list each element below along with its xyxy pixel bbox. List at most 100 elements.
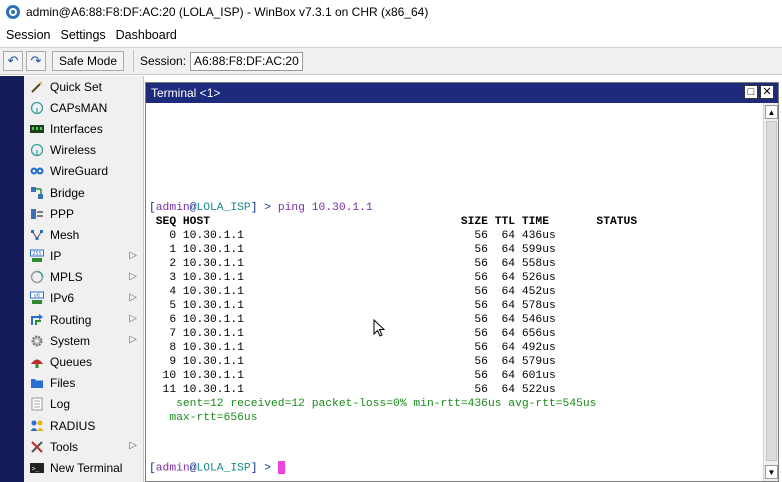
ping-summary: sent=12 received=12 packet-loss=0% min-r… [149,398,597,410]
svg-text:>_: >_ [32,465,40,472]
bridge-icon [30,186,44,200]
terminal-title: Terminal <1> [151,86,221,100]
ping-row: 3 10.30.1.1 56 64 526us [149,272,556,284]
sidebar-item-radius[interactable]: RADIUS [24,415,143,436]
prompt-line: [admin@LOLA_ISP] > ping 10.30.1.1 [149,201,373,215]
terminal-output[interactable]: [admin@LOLA_ISP] > ping 10.30.1.1 SEQ HO… [146,103,762,481]
routing-icon [30,313,44,327]
sidebar-item-label: IP [50,249,62,264]
sidebar-item-mesh[interactable]: Mesh [24,224,143,245]
svg-text:255: 255 [32,251,42,257]
sidebar-item-label: Queues [50,355,93,370]
sidebar-item-wireless[interactable]: Wireless [24,140,143,161]
sidebar-item-label: WireGuard [50,164,109,179]
svg-text:v6: v6 [34,293,40,299]
undo-button[interactable]: ↶ [3,51,23,71]
ping-row: 2 10.30.1.1 56 64 558us [149,258,556,270]
gear-icon [30,334,44,348]
terminal-scrollbar[interactable]: ▲ ▼ [763,103,778,481]
undo-icon: ↶ [7,53,19,68]
sidebar-item-label: New Terminal [50,460,123,475]
ppp-icon [30,207,44,221]
sidebar-item-label: RADIUS [50,418,96,433]
sidebar-item-system[interactable]: System ▷ [24,330,143,351]
ping-row: 7 10.30.1.1 56 64 656us [149,328,556,340]
scrollbar-thumb[interactable] [766,121,777,461]
sidebar-item-label: Routing [50,312,92,327]
sidebar-item-label: Bridge [50,185,85,200]
sidebar-item-label: Wireless [50,143,97,158]
window-title: admin@A6:88:F8:DF:AC:20 (LOLA_ISP) - Win… [26,5,429,19]
session-label: Session: [140,54,187,68]
sidebar-item-tools[interactable]: Tools ▷ [24,436,143,457]
scroll-down-button[interactable]: ▼ [765,465,778,479]
ping-row: 1 10.30.1.1 56 64 599us [149,244,556,256]
ping-header-row: SEQ HOST SIZE TTL TIME STATUS [149,216,638,228]
terminal-title-bar[interactable]: Terminal <1> □ ✕ [146,83,778,103]
sidebar-item-queues[interactable]: Queues [24,351,143,372]
submenu-arrow-icon: ▷ [129,334,137,346]
menu-settings[interactable]: Settings [60,28,105,42]
menu-session[interactable]: Session [6,28,50,42]
sidebar-item-new-terminal[interactable]: >_ New Terminal [24,457,143,478]
sidebar-item-log[interactable]: Log [24,394,143,415]
arrow-down-icon: ▼ [767,467,776,477]
close-button[interactable]: ✕ [760,85,774,99]
ping-row: 4 10.30.1.1 56 64 452us [149,286,556,298]
sidebar-item-label: Interfaces [50,121,103,136]
ping-row: 9 10.30.1.1 56 64 579us [149,356,556,368]
submenu-arrow-icon: ▷ [129,440,137,452]
sidebar-item-ppp[interactable]: PPP [24,203,143,224]
arrow-up-icon: ▲ [767,107,776,117]
scroll-up-button[interactable]: ▲ [765,105,778,119]
maximize-icon: □ [747,85,755,98]
tools-icon [30,440,44,454]
sidebar-item-bridge[interactable]: Bridge [24,182,143,203]
sidebar-item-routing[interactable]: Routing ▷ [24,309,143,330]
ping-row: 8 10.30.1.1 56 64 492us [149,342,556,354]
active-prompt-line: [admin@LOLA_ISP] > [149,461,285,475]
mpls-icon [30,270,44,284]
menu-dashboard[interactable]: Dashboard [116,28,177,42]
interfaces-icon [30,122,44,136]
sidebar: Quick Set CAPsMAN Interfaces Wireless Wi… [24,76,144,482]
ipv6-icon: v6 [30,291,44,305]
safe-mode-button[interactable]: Safe Mode [52,51,124,71]
prompt-bracket: [ [149,462,156,475]
sidebar-item-mpls[interactable]: MPLS ▷ [24,267,143,288]
mouse-pointer-icon [373,319,386,337]
prompt-host: LOLA_ISP [196,462,251,475]
sidebar-item-files[interactable]: Files [24,373,143,394]
sidebar-item-interfaces[interactable]: Interfaces [24,118,143,139]
sidebar-item-label: System [50,333,91,348]
sidebar-item-label: Quick Set [50,79,103,94]
session-field[interactable]: A6:88:F8:DF:AC:20 [190,51,303,71]
maximize-button[interactable]: □ [744,85,758,99]
sidebar-item-quick-set[interactable]: Quick Set [24,76,143,97]
prompt-close: ] > [250,202,278,214]
sidebar-item-label: CAPsMAN [50,100,108,115]
prompt-user: admin [155,462,190,475]
sidebar-item-ipv6[interactable]: v6 IPv6 ▷ [24,288,143,309]
sidebar-item-label: Tools [50,439,79,454]
redo-button[interactable]: ↷ [26,51,46,71]
sidebar-item-wireguard[interactable]: WireGuard [24,161,143,182]
menu-bar: Session Settings Dashboard [0,24,782,46]
ping-row: 11 10.30.1.1 56 64 522us [149,384,556,396]
antenna-icon [30,143,44,157]
sidebar-item-capsman[interactable]: CAPsMAN [24,97,143,118]
terminal-icon: >_ [30,461,44,475]
prompt-host: LOLA_ISP [196,202,251,214]
sidebar-item-ip[interactable]: 255 IP ▷ [24,246,143,267]
close-icon: ✕ [762,85,772,98]
wireguard-icon [30,164,44,178]
sidebar-item-label: PPP [50,206,75,221]
sidebar-item-label: MPLS [50,270,83,285]
wand-icon [30,80,44,94]
sidebar-item-label: IPv6 [50,291,75,306]
terminal-window: Terminal <1> □ ✕ [admin@LOLA_ISP] > ping… [145,82,779,482]
folder-icon [30,376,44,390]
winbox-app-icon [6,5,20,19]
submenu-arrow-icon: ▷ [129,313,137,325]
queues-icon [30,355,44,369]
